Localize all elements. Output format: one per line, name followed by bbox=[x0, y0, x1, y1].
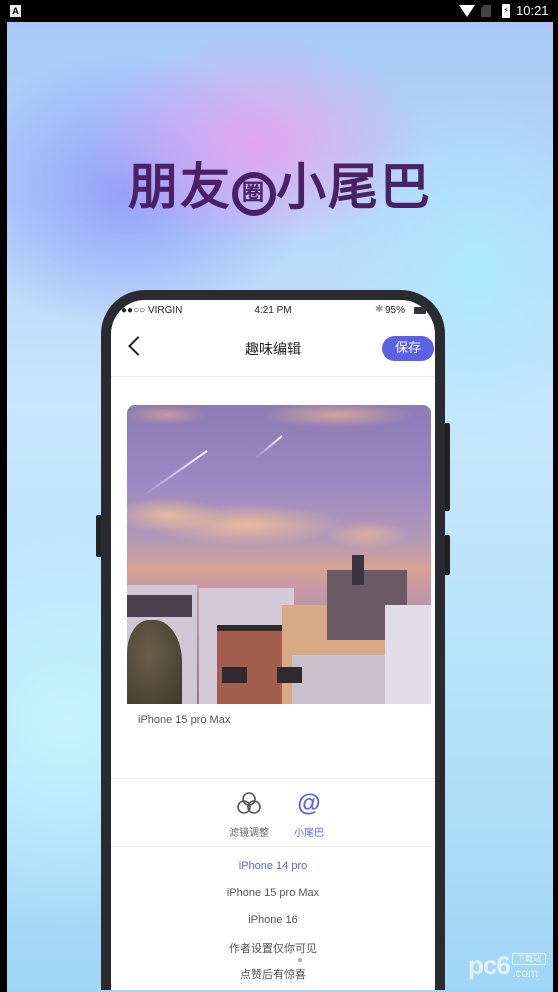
phone-side-button bbox=[445, 423, 450, 511]
filter-circles-icon bbox=[219, 790, 279, 818]
option-item[interactable]: 作者设置仅你可见 bbox=[111, 940, 435, 956]
tab-tail[interactable]: @ 小尾巴 bbox=[279, 790, 339, 839]
system-status-bar: A 10:21 bbox=[0, 0, 558, 22]
option-item[interactable]: 点赞后有惊喜 bbox=[111, 966, 435, 982]
app-notification-icon: A bbox=[10, 5, 21, 17]
headline-circle-char: 圈 bbox=[232, 172, 276, 216]
photo-window bbox=[222, 667, 247, 683]
photo-meteor bbox=[140, 450, 208, 498]
system-clock: 10:21 bbox=[516, 3, 549, 18]
divider bbox=[111, 778, 435, 779]
tab-filter-adjust[interactable]: 滤镜调整 bbox=[219, 790, 279, 839]
separator-dot bbox=[298, 958, 302, 962]
tab-label: 小尾巴 bbox=[294, 828, 324, 839]
phone-side-button bbox=[96, 515, 101, 557]
edit-tabs: 滤镜调整 @ 小尾巴 bbox=[111, 790, 435, 840]
phone-mockup: ●●○○ VIRGIN 4:21 PM ✱ 95% 趣味编辑 保存 iPhone… bbox=[96, 290, 450, 990]
photo-meteor bbox=[254, 435, 283, 460]
photo-caption: iPhone 15 pro Max bbox=[138, 714, 231, 726]
photo-building bbox=[352, 555, 364, 585]
headline-part1: 朋友 bbox=[128, 158, 232, 216]
photo-window bbox=[277, 667, 302, 683]
no-sim-icon bbox=[481, 5, 491, 17]
photo-building bbox=[385, 605, 431, 704]
nav-bar: 趣味编辑 保存 bbox=[111, 322, 435, 377]
divider bbox=[111, 846, 435, 847]
option-item[interactable]: iPhone 16 bbox=[111, 914, 435, 926]
photo-preview[interactable] bbox=[127, 405, 431, 704]
pc6-watermark: pc6 下载站 .com bbox=[468, 950, 546, 981]
watermark-brand: pc6 bbox=[468, 950, 511, 980]
photo-building bbox=[127, 595, 192, 617]
photo-cloud bbox=[127, 495, 431, 565]
battery-charging-icon bbox=[502, 4, 510, 18]
battery-percent: 95% bbox=[385, 305, 406, 316]
bluetooth-icon: ✱ bbox=[375, 304, 384, 315]
headline-part2: 小尾巴 bbox=[276, 158, 432, 216]
phone-side-button bbox=[445, 535, 450, 575]
battery-icon bbox=[414, 307, 426, 314]
option-item[interactable]: iPhone 14 pro bbox=[111, 860, 435, 872]
photo-building bbox=[292, 655, 387, 704]
headline: 朋友圈小尾巴 bbox=[7, 147, 553, 219]
watermark-badge: 下载站 bbox=[512, 953, 546, 965]
photo-cloud bbox=[127, 405, 431, 435]
phone-screen: ●●○○ VIRGIN 4:21 PM ✱ 95% 趣味编辑 保存 iPhone… bbox=[111, 300, 435, 990]
ios-status-bar: ●●○○ VIRGIN 4:21 PM ✱ 95% bbox=[111, 300, 435, 322]
photo-tree bbox=[127, 620, 182, 704]
save-button[interactable]: 保存 bbox=[382, 336, 434, 361]
watermark-domain: .com bbox=[512, 966, 539, 980]
tab-label: 滤镜调整 bbox=[229, 828, 269, 839]
option-item[interactable]: iPhone 15 pro Max bbox=[111, 887, 435, 899]
at-sign-icon: @ bbox=[297, 790, 321, 817]
wifi-icon bbox=[459, 5, 475, 17]
